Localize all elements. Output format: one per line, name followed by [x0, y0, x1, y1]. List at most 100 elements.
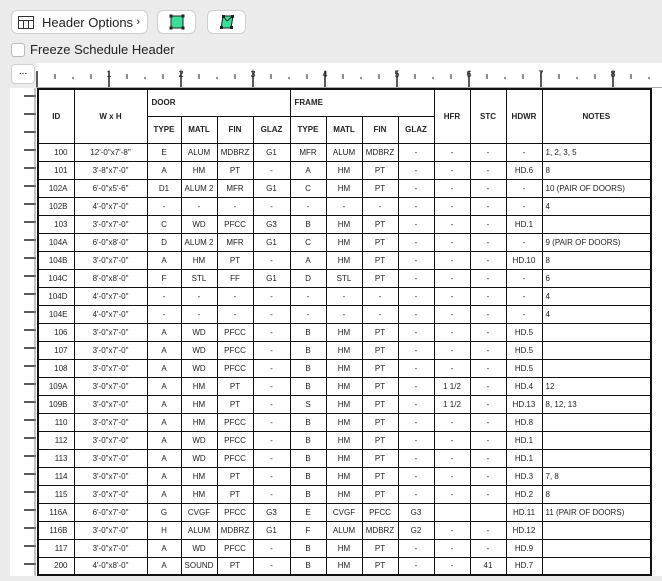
table-row[interactable]: 108 3'-0"x7'-0" A WD PFCC - B HM PT - - - HD.5 — [37, 358, 652, 378]
table-cell: ALUM — [180, 142, 218, 162]
table-cell: - — [252, 250, 291, 270]
table-cell: - — [433, 214, 471, 234]
table-cell: 3'-0"x7'-0" — [73, 520, 148, 540]
table-row[interactable]: 102B 4'-0"x7'-0" - - - - - - - - - - -4 — [37, 196, 652, 216]
table-cell: - — [397, 358, 435, 378]
table-cell: WD — [180, 322, 218, 342]
ruler-label: 5 — [394, 69, 399, 79]
table-row[interactable]: 104B 3'-0"x7'-0" A HM PT - A HM PT - - - HD.10 8 — [37, 250, 652, 270]
table-row[interactable]: 200 4'-0"x8'-0" A SOUND PT - B HM PT - -41 HD.7 — [37, 556, 652, 576]
table-cell: HM — [325, 358, 363, 378]
table-cell: - — [252, 448, 291, 468]
table-cell: G1 — [252, 142, 291, 162]
table-row[interactable]: 114 3'-0"x7'-0" A HM PT - B HM PT - - - HD.3 7, 8 — [37, 466, 652, 486]
table-cell: 3'-0"x7'-0" — [73, 448, 148, 468]
table-row[interactable]: 112 3'-0"x7'-0" A WD PFCC - B HM PT - - - HD.1 — [37, 430, 652, 450]
table-cell: 41 — [469, 556, 507, 576]
table-cell — [541, 412, 652, 432]
table-cell: 104B — [37, 250, 75, 270]
table-row[interactable]: 106 3'-0"x7'-0" A WD PFCC - B HM PT - - - HD.5 — [37, 322, 652, 342]
cube-select-icon — [219, 15, 234, 29]
table-row[interactable]: 110 3'-0"x7'-0" A HM PFCC - B HM PT - - - HD.8 — [37, 412, 652, 432]
table-cell: A — [146, 322, 182, 342]
freeze-header-checkbox[interactable]: Freeze Schedule Header — [11, 42, 175, 57]
table-cell: HM — [180, 160, 218, 180]
table-cell: - — [433, 142, 471, 162]
table-cell: ALUM — [325, 520, 363, 540]
header-options-button[interactable]: Header Options › — [11, 10, 148, 34]
table-cell: HM — [325, 250, 363, 270]
table-row[interactable]: 104C 8'-0"x8'-0" F STL FF G1 D STL PT - - - -6 — [37, 268, 652, 288]
col-header-notes: NOTES — [541, 88, 652, 144]
table-cell: - — [469, 286, 507, 306]
table-row[interactable]: 109B 3'-0"x7'-0" A HM PT - S HM PT -1 1/2- HD.13 8,… — [37, 394, 652, 414]
table-cell: - — [433, 412, 471, 432]
table-row[interactable]: 107 3'-0"x7'-0" A WD PFCC - B HM PT - - - HD.5 — [37, 340, 652, 360]
table-cell: - — [325, 304, 363, 324]
table-cell: 113 — [37, 448, 75, 468]
table-cell — [541, 448, 652, 468]
table-cell: HM — [325, 448, 363, 468]
table-row[interactable]: 116A 6'-0"x7'-0" G CVGF PFCC G3 E CVGF PFCC G3 HD.… — [37, 502, 652, 522]
table-row[interactable]: 115 3'-0"x7'-0" A HM PT - B HM PT - - - HD.2 8 — [37, 484, 652, 504]
table-cell: 106 — [37, 322, 75, 342]
chevron-right-icon: › — [136, 16, 140, 28]
table-cell: 109B — [37, 394, 75, 414]
table-cell: HD.5 — [505, 322, 543, 342]
table-cell: 104E — [37, 304, 75, 324]
table-row[interactable]: 104A 6'-0"x8'-0" D ALUM 2 MFR G1 C HM PT - - - -9 (P… — [37, 232, 652, 252]
table-cell: PT — [361, 358, 399, 378]
select-square-button[interactable] — [157, 10, 196, 34]
table-cell: - — [469, 268, 507, 288]
freeze-header-label: Freeze Schedule Header — [30, 42, 175, 57]
table-row[interactable]: 104E 4'-0"x7'-0" - - - - - - - - - - -4 — [37, 304, 652, 324]
sub-header: FIN — [216, 115, 254, 144]
table-cell: STL — [180, 268, 218, 288]
sub-header: TYPE — [146, 115, 182, 144]
table-cell: PT — [361, 448, 399, 468]
table-cell — [541, 358, 652, 378]
table-row[interactable]: 103 3'-0"x7'-0" C WD PFCC G3 B HM PT - - - HD.1 — [37, 214, 652, 234]
table-cell: B — [289, 430, 327, 450]
table-cell: - — [433, 178, 471, 198]
table-row[interactable]: 117 3'-0"x7'-0" A WD PFCC - B HM PT - - - HD.9 — [37, 538, 652, 558]
table-row[interactable]: 116B 3'-0"x7'-0" H ALUM MDBRZ G1 F ALUM MDBRZ G2-… — [37, 520, 652, 540]
table-row[interactable]: 109A 3'-0"x7'-0" A HM PT - B HM PT -1 1/2- HD.4 12 — [37, 376, 652, 396]
table-cell: 8'-0"x8'-0" — [73, 268, 148, 288]
table-cell: - — [397, 466, 435, 486]
select-cube-button[interactable] — [207, 10, 246, 34]
table-cell: 4 — [541, 286, 652, 306]
table-cell: PT — [361, 232, 399, 252]
table-cell: - — [397, 448, 435, 468]
table-cell: MDBRZ — [216, 142, 254, 162]
table-cell: - — [469, 430, 507, 450]
table-cell: HD.1 — [505, 214, 543, 234]
table-cell: D — [289, 268, 327, 288]
table-cell: - — [397, 304, 435, 324]
table-cell: B — [289, 538, 327, 558]
table-cell: 102A — [37, 178, 75, 198]
table-cell: 3'-0"x7'-0" — [73, 394, 148, 414]
table-cell: HM — [325, 556, 363, 576]
header-options-label: Header Options — [42, 14, 134, 30]
table-cell — [541, 214, 652, 234]
table-row[interactable]: 113 3'-0"x7'-0" A WD PFCC - B HM PT - - - HD.1 — [37, 448, 652, 468]
table-cell: CVGF — [180, 502, 218, 522]
table-cell: A — [146, 556, 182, 576]
checkbox[interactable] — [11, 42, 25, 57]
table-row[interactable]: 101 3'-8"x7'-0" A HM PT - A HM PT - - - HD.6 8 — [37, 160, 652, 180]
table-cell: G1 — [252, 232, 291, 252]
table-cell: PFCC — [216, 502, 254, 522]
table-cell: WD — [180, 448, 218, 468]
table-cell: - — [252, 286, 291, 306]
more-button[interactable]: ... — [11, 64, 35, 84]
table-cell: HD.3 — [505, 466, 543, 486]
table-cell: HD.6 — [505, 160, 543, 180]
table-row[interactable]: 104D 4'-0"x7'-0" - - - - - - - - - - -4 — [37, 286, 652, 306]
table-row[interactable]: 100 12'-0"x7'-8" E ALUM MDBRZ G1 MFR ALUM MDBRZ -… — [37, 142, 652, 162]
table-row[interactable]: 102A 6'-0"x5'-6" D1 ALUM 2 MFR G1 C HM PT - - - -10 … — [37, 178, 652, 198]
table-cell: 3'-8"x7'-0" — [73, 160, 148, 180]
table-cell: HM — [180, 484, 218, 504]
table-cell: PT — [216, 160, 254, 180]
table-cell: D1 — [146, 178, 182, 198]
